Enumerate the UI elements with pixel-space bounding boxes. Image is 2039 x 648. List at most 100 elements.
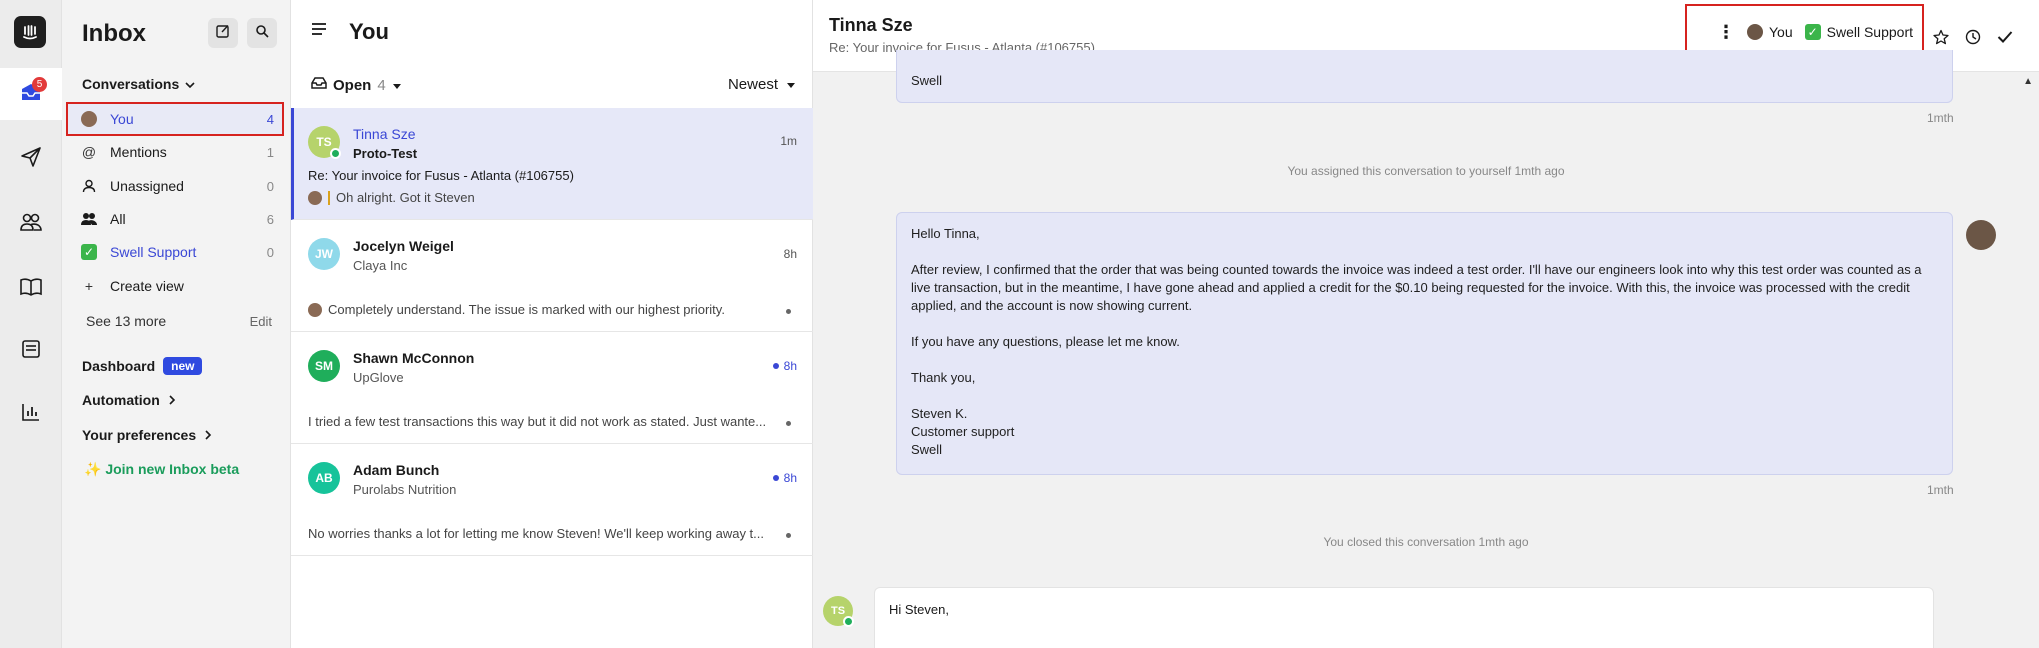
nav-contacts[interactable]: [0, 198, 62, 250]
message-time: 1mth: [1927, 111, 1954, 125]
avatar-initials: AB: [315, 471, 333, 485]
sidebar-item-label: All: [110, 211, 126, 227]
create-view-button[interactable]: + Create view: [68, 271, 282, 301]
automation-label: Automation: [82, 392, 160, 408]
filter-label: Open: [333, 76, 372, 94]
assignee-button[interactable]: You: [1747, 24, 1793, 40]
bar-chart-icon: [20, 401, 42, 428]
customer-message-text: Hi Steven,: [889, 602, 949, 617]
conversation-time: 8h: [772, 471, 797, 485]
conversation-item[interactable]: JW Jocelyn Weigel Claya Inc 8h Completel…: [291, 220, 813, 332]
assignee-label: You: [1769, 24, 1793, 40]
create-view-label: Create view: [110, 278, 184, 294]
sidebar-item-label: You: [110, 111, 134, 127]
company-name: Proto-Test: [353, 146, 418, 161]
user-avatar-icon: [80, 111, 98, 127]
see-more-link[interactable]: See 13 more: [86, 313, 250, 329]
preferences-label: Your preferences: [82, 427, 197, 443]
sidebar-item-label: Unassigned: [110, 178, 184, 194]
nav-reports-list[interactable]: [0, 325, 62, 377]
search-button[interactable]: [247, 18, 277, 48]
sidebar-item-count: 6: [266, 211, 274, 227]
snooze-clock-icon[interactable]: [1962, 26, 1984, 48]
status-filter-dropdown[interactable]: Open 4: [311, 76, 402, 94]
sidebar-item-swell-support[interactable]: ✓ Swell Support 0: [68, 237, 282, 267]
customer-avatar: TS: [823, 596, 854, 627]
customer-message-bubble: Hi Steven,: [874, 587, 1934, 648]
scroll-up-arrow-icon[interactable]: ▲: [2023, 76, 2033, 87]
menu-icon[interactable]: [311, 22, 327, 41]
time-label: 8h: [783, 247, 797, 261]
at-icon: @: [81, 144, 97, 160]
dashboard-link[interactable]: Dashboard new: [82, 357, 203, 375]
nav-knowledge[interactable]: [0, 263, 62, 315]
conversation-preview: I tried a few test transactions this way…: [308, 414, 773, 429]
compose-button[interactable]: [208, 18, 238, 48]
conversation-item[interactable]: AB Adam Bunch Purolabs Nutrition 8h No w…: [291, 444, 813, 556]
unread-dot: [772, 475, 779, 481]
avatar: SM: [308, 350, 340, 382]
avatar: JW: [308, 238, 340, 270]
sidebar-item-all[interactable]: All 6: [68, 204, 282, 234]
preview-text: I tried a few test transactions this way…: [308, 414, 767, 429]
edit-link[interactable]: Edit: [250, 314, 272, 329]
close-conversation-check-icon[interactable]: [1994, 26, 2016, 48]
contact-name: Tinna Sze: [353, 126, 416, 142]
nav-inbox[interactable]: 5: [0, 68, 62, 120]
contact-name: Jocelyn Weigel: [353, 238, 454, 254]
system-event: You assigned this conversation to yourse…: [1287, 164, 1565, 178]
status-dot: [786, 421, 791, 426]
company-name: UpGlove: [353, 370, 404, 385]
join-beta-link[interactable]: ✨ Join new Inbox beta: [84, 461, 239, 478]
sort-label: Newest: [727, 76, 778, 93]
star-icon[interactable]: [1930, 26, 1952, 48]
avatar-initials: TS: [316, 135, 332, 149]
avatar: AB: [308, 462, 340, 494]
sidebar-item-label: Swell Support: [110, 244, 197, 260]
sidebar-item-count: 4: [266, 111, 274, 127]
plus-icon: +: [84, 278, 94, 294]
caret-down-icon: [786, 76, 796, 93]
nav-rail: 5: [0, 0, 62, 648]
agent-avatar: [308, 302, 322, 317]
nav-reports[interactable]: [0, 388, 62, 440]
conversation-item[interactable]: TS Tinna Sze Proto-Test 1m Re: Your invo…: [291, 108, 813, 220]
online-indicator: [843, 616, 854, 627]
avatar-initials: JW: [315, 247, 333, 261]
new-badge: new: [163, 357, 203, 375]
sidebar-item-unassigned[interactable]: Unassigned 0: [68, 171, 282, 201]
preferences-link[interactable]: Your preferences: [82, 427, 212, 443]
automation-link[interactable]: Automation: [82, 392, 176, 408]
conversation-list: You Open 4 Newest TS Tinna Sze Proto-Tes…: [291, 0, 813, 648]
nav-outbound[interactable]: [0, 133, 62, 185]
chevron-down-icon: [185, 76, 195, 92]
more-options-icon[interactable]: ⋮: [1717, 22, 1735, 43]
team-assignee-button[interactable]: ✓ Swell Support: [1804, 24, 1913, 40]
group-icon: [80, 212, 98, 226]
agent-avatar: [1966, 220, 1996, 250]
intercom-logo[interactable]: [14, 16, 46, 48]
check-box-icon: ✓: [1804, 24, 1821, 40]
chevron-right-icon: [204, 427, 212, 443]
filter-count: 4: [377, 76, 386, 94]
sidebar-item-you[interactable]: You 4: [66, 102, 284, 136]
conversation-detail: Tinna Sze Re: Your invoice for Fusus - A…: [813, 0, 2039, 648]
check-box-icon: ✓: [80, 244, 98, 260]
conversations-section-toggle[interactable]: Conversations: [82, 76, 195, 92]
sidebar-item-mentions[interactable]: @ Mentions 1: [68, 137, 282, 167]
conversation-item[interactable]: SM Shawn McConnon UpGlove 8h I tried a f…: [291, 332, 813, 444]
unread-dot: [786, 309, 791, 314]
time-label: 8h: [783, 359, 797, 373]
avatar-initials: TS: [830, 605, 846, 617]
conversation-preview: Oh alright. Got it Steven: [308, 190, 773, 205]
sidebar-item-label: Mentions: [110, 144, 167, 160]
dashboard-label: Dashboard: [82, 358, 156, 374]
status-dot: [786, 533, 791, 538]
signature-name: Steven K.: [911, 406, 968, 421]
preview-text: Completely understand. The issue is mark…: [328, 302, 725, 317]
contact-name: Shawn McConnon: [353, 350, 475, 366]
company-name: Purolabs Nutrition: [353, 482, 457, 497]
contact-name-title[interactable]: Tinna Sze: [829, 15, 913, 36]
sort-dropdown[interactable]: Newest: [728, 76, 796, 93]
unread-dot: [772, 363, 779, 369]
